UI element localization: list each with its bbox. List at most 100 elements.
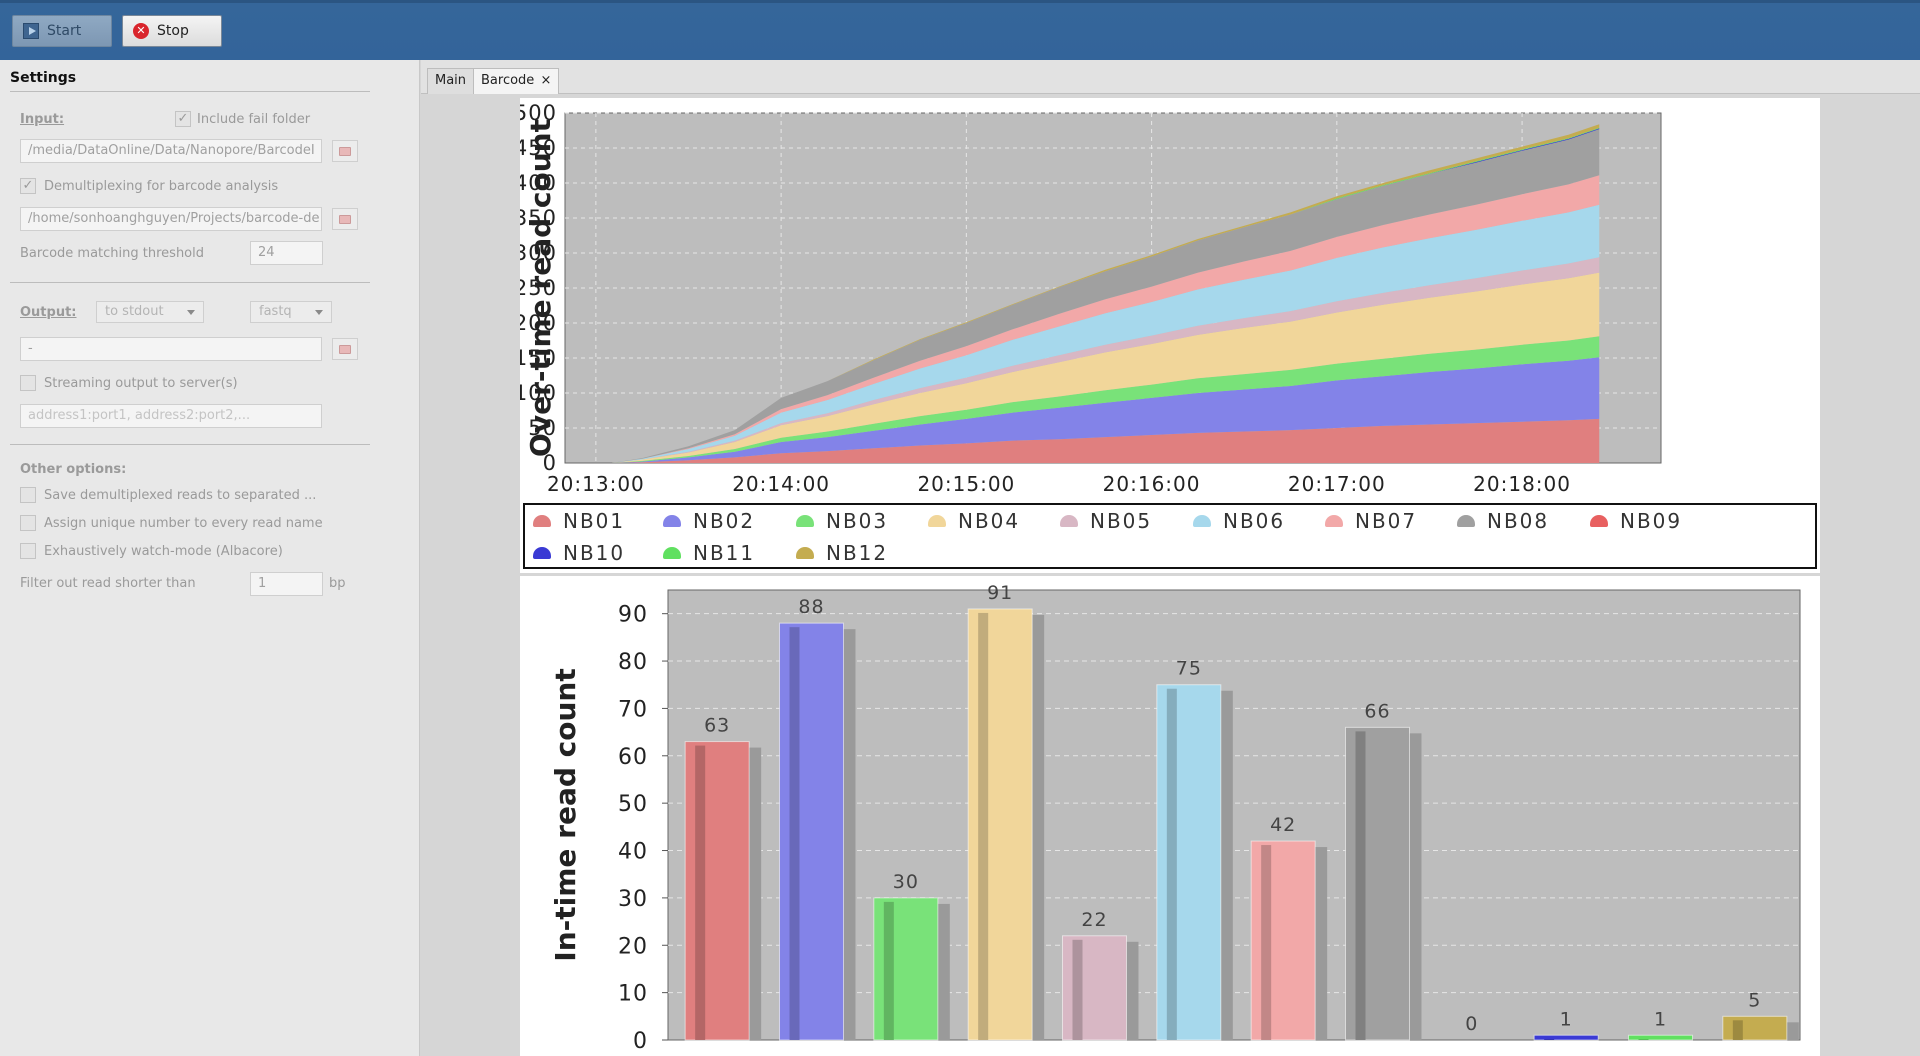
bar-highlight [1072, 939, 1083, 1040]
bar-nb06 [1156, 684, 1222, 1041]
include-fail-label: Include fail folder [197, 112, 311, 127]
bar-value-label: 75 [1176, 658, 1202, 680]
bar-value-label: 0 [1465, 1013, 1478, 1035]
save-demux-label: Save demultiplexed reads to separated ..… [44, 488, 317, 503]
legend-label: NB11 [693, 541, 756, 565]
threshold-label: Barcode matching threshold [20, 246, 204, 261]
filter-label: Filter out read shorter than [20, 576, 196, 591]
stop-button-label: Stop [157, 23, 189, 39]
assign-number-checkbox[interactable] [20, 515, 36, 531]
x-tick-label: 20:15:00 [917, 472, 1015, 496]
streaming-address-input[interactable]: address1:port1, address2:port2,... [20, 404, 322, 428]
output-format-value: fastq [259, 304, 292, 319]
legend-label: NB12 [826, 541, 889, 565]
start-button[interactable]: Start [12, 15, 112, 47]
filter-length-input[interactable]: 1 [250, 572, 323, 596]
bar-nb11 [1628, 1034, 1693, 1041]
bar-value-label: 22 [1081, 909, 1107, 931]
bar-highlight [695, 745, 706, 1040]
y-tick-label: 30 [618, 887, 648, 912]
bar-highlight [978, 612, 989, 1040]
legend-item-nb01: NB01 [533, 509, 625, 533]
bar-value-label: 63 [704, 715, 730, 737]
y-tick-label: 70 [618, 697, 648, 722]
demux-checkbox[interactable]: ✓ [20, 178, 36, 194]
legend-item-nb04: NB04 [928, 509, 1020, 533]
bar-value-label: 1 [1654, 1008, 1667, 1030]
bar-highlight [789, 627, 800, 1040]
watch-mode-checkbox[interactable] [20, 543, 36, 559]
bar-value-label: 1 [1560, 1008, 1573, 1030]
x-tick-label: 20:16:00 [1103, 472, 1201, 496]
output-browse-button[interactable] [332, 338, 358, 360]
play-icon [23, 23, 39, 39]
legend-swatch [663, 515, 681, 527]
tab-barcode-label: Barcode [481, 73, 535, 88]
streaming-checkbox[interactable] [20, 375, 36, 391]
bar-value-label: 91 [987, 582, 1013, 604]
save-demux-checkbox[interactable] [20, 487, 36, 503]
bar-highlight [1355, 731, 1366, 1040]
input-browse-button[interactable] [332, 140, 358, 162]
legend-label: NB03 [826, 509, 889, 533]
output-label: Output: [20, 305, 77, 320]
output-target-dropdown[interactable]: to stdout [96, 301, 204, 323]
y-tick-label: 60 [618, 745, 648, 770]
legend-label: NB10 [563, 541, 626, 565]
bar-highlight [1544, 1039, 1555, 1040]
y-tick-label: 0 [633, 1029, 648, 1054]
bar-value-label: 5 [1748, 989, 1761, 1011]
bar-highlight [1732, 1020, 1743, 1040]
bar-value-label: 30 [893, 871, 919, 893]
bar-nb03 [873, 897, 939, 1041]
x-tick-label: 20:13:00 [547, 472, 645, 496]
bar-highlight [1638, 1039, 1649, 1040]
y-tick-label: 50 [618, 792, 648, 817]
chevron-down-icon [315, 310, 323, 315]
barcode-path-field[interactable]: /home/sonhoanghguyen/Projects/barcode-de [20, 207, 322, 231]
streaming-label: Streaming output to server(s) [44, 376, 238, 391]
tab-barcode[interactable]: Barcode × [473, 68, 560, 94]
legend-item-nb11: NB11 [663, 541, 755, 565]
start-button-label: Start [47, 23, 82, 39]
output-target-value: to stdout [105, 304, 164, 319]
assign-number-label: Assign unique number to every read name [44, 516, 323, 531]
folder-icon [339, 214, 351, 224]
legend-swatch [796, 515, 814, 527]
tab-bar: Main Barcode × [421, 60, 1920, 94]
bar-nb05 [1062, 935, 1127, 1041]
legend-item-nb08: NB08 [1457, 509, 1549, 533]
bar-nb01 [684, 741, 750, 1041]
other-options-label: Other options: [20, 462, 127, 477]
y-tick-label: 90 [618, 603, 648, 628]
legend-label: NB05 [1090, 509, 1153, 533]
include-fail-checkbox[interactable]: ✓ [175, 111, 191, 127]
legend-swatch [1060, 515, 1078, 527]
legend-item-nb07: NB07 [1325, 509, 1417, 533]
legend-swatch [1590, 515, 1608, 527]
divider [10, 282, 370, 283]
y-axis-title: Over-time read count [524, 119, 557, 457]
legend-label: NB08 [1487, 509, 1550, 533]
threshold-input[interactable]: 24 [250, 241, 323, 265]
output-format-dropdown[interactable]: fastq [250, 301, 332, 323]
tab-main[interactable]: Main [427, 68, 475, 94]
output-path-field[interactable]: - [20, 337, 322, 361]
input-path-field[interactable]: /media/DataOnline/Data/Nanopore/BarcodeI [20, 139, 322, 163]
x-tick-label: 20:17:00 [1288, 472, 1386, 496]
barcode-browse-button[interactable] [332, 208, 358, 230]
bar-nb02 [779, 622, 844, 1041]
settings-sidebar: Settings Input: ✓ Include fail folder /m… [0, 60, 420, 1056]
legend-label: NB06 [1223, 509, 1286, 533]
stop-button[interactable]: ✕ Stop [122, 15, 222, 47]
input-label: Input: [20, 112, 65, 127]
demux-label: Demultiplexing for barcode analysis [44, 179, 279, 194]
settings-title: Settings [10, 70, 77, 86]
bar-value-label: 42 [1270, 814, 1296, 836]
bar-nb10 [1533, 1034, 1599, 1041]
close-icon[interactable]: × [540, 73, 551, 88]
legend-item-nb05: NB05 [1060, 509, 1152, 533]
bar-nb08 [1345, 726, 1410, 1041]
bar-highlight [1166, 688, 1177, 1040]
bar-nb07 [1250, 840, 1316, 1041]
